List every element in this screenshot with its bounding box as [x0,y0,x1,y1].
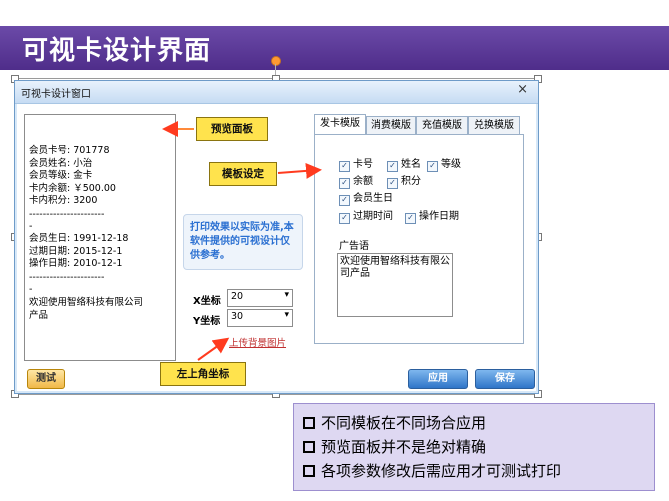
info-text: 各项参数修改后需应用才可测试打印 [321,462,562,480]
info-text: 不同模板在不同场合应用 [321,414,487,432]
info-item: 各项参数修改后需应用才可测试打印 [303,460,561,481]
info-item: 不同模板在不同场合应用 [303,412,486,433]
arrow-to-coord [197,337,230,361]
info-text: 预览面板并不是绝对精确 [321,438,487,456]
square-bullet-icon [303,417,315,429]
square-bullet-icon [303,441,315,453]
square-bullet-icon [303,465,315,477]
info-item: 预览面板并不是绝对精确 [303,436,486,457]
arrow-to-template-settings [277,162,322,179]
info-box: 不同模板在不同场合应用 预览面板并不是绝对精确 各项参数修改后需应用才可测试打印 [293,403,655,491]
